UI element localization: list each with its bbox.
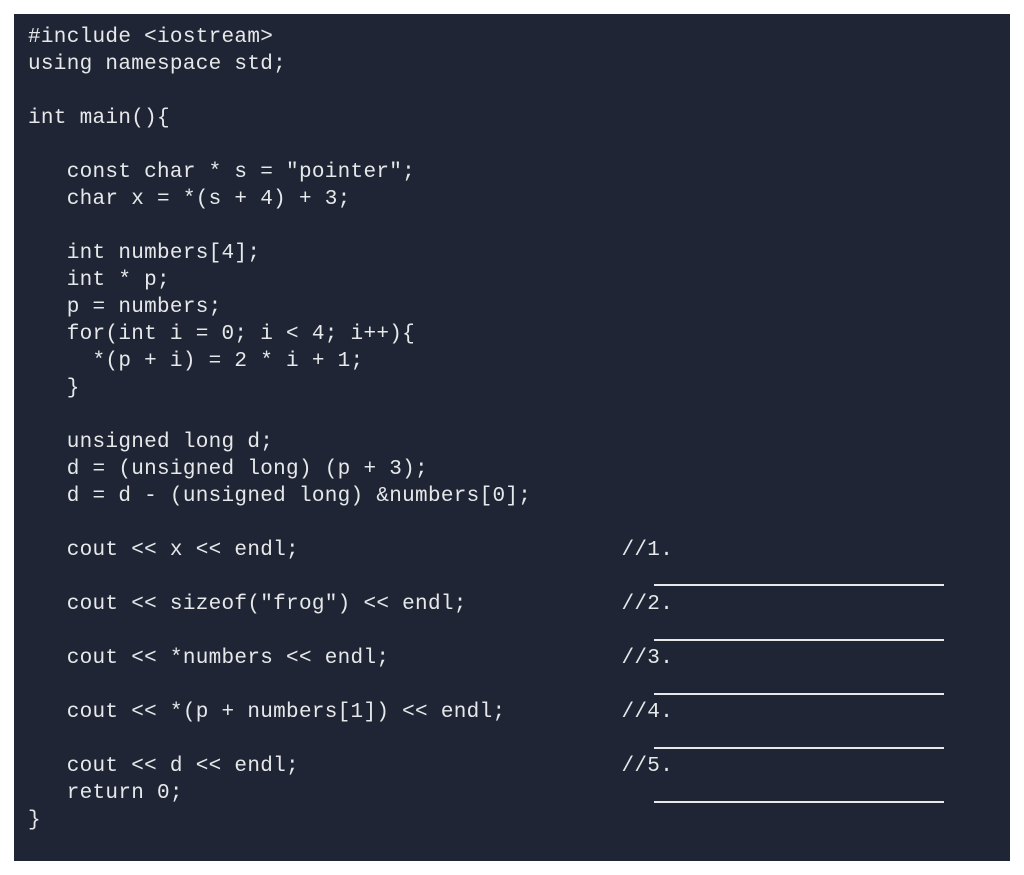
code-line: cout << *(p + numbers[1]) << endl; //4. xyxy=(28,701,673,724)
code-line: const char * s = "pointer"; xyxy=(28,161,415,184)
code-block: #include <iostream> using namespace std;… xyxy=(14,14,1010,861)
code-listing: #include <iostream> using namespace std;… xyxy=(14,14,1010,834)
answer-blank-1 xyxy=(654,584,944,586)
code-line: cout << d << endl; //5. xyxy=(28,755,673,778)
code-line: p = numbers; xyxy=(28,296,222,319)
code-line: char x = *(s + 4) + 3; xyxy=(28,188,351,211)
code-line: using namespace std; xyxy=(28,53,286,76)
code-line: *(p + i) = 2 * i + 1; xyxy=(28,350,363,373)
answer-blank-4 xyxy=(654,747,944,749)
code-line: cout << x << endl; //1. xyxy=(28,539,673,562)
code-line: } xyxy=(28,809,41,832)
code-line: d = d - (unsigned long) &numbers[0]; xyxy=(28,485,531,508)
code-line: for(int i = 0; i < 4; i++){ xyxy=(28,323,415,346)
answer-blank-5 xyxy=(654,801,944,803)
answer-blank-3 xyxy=(654,693,944,695)
code-line: int main(){ xyxy=(28,107,170,130)
code-line: return 0; xyxy=(28,782,183,805)
code-line: unsigned long d; xyxy=(28,431,273,454)
answer-blank-2 xyxy=(654,639,944,641)
code-line: int numbers[4]; xyxy=(28,242,260,265)
code-line: } xyxy=(28,377,80,400)
code-line: #include <iostream> xyxy=(28,26,273,49)
code-line: cout << sizeof("frog") << endl; //2. xyxy=(28,593,673,616)
code-line: d = (unsigned long) (p + 3); xyxy=(28,458,428,481)
code-line: int * p; xyxy=(28,269,170,292)
code-line: cout << *numbers << endl; //3. xyxy=(28,647,673,670)
